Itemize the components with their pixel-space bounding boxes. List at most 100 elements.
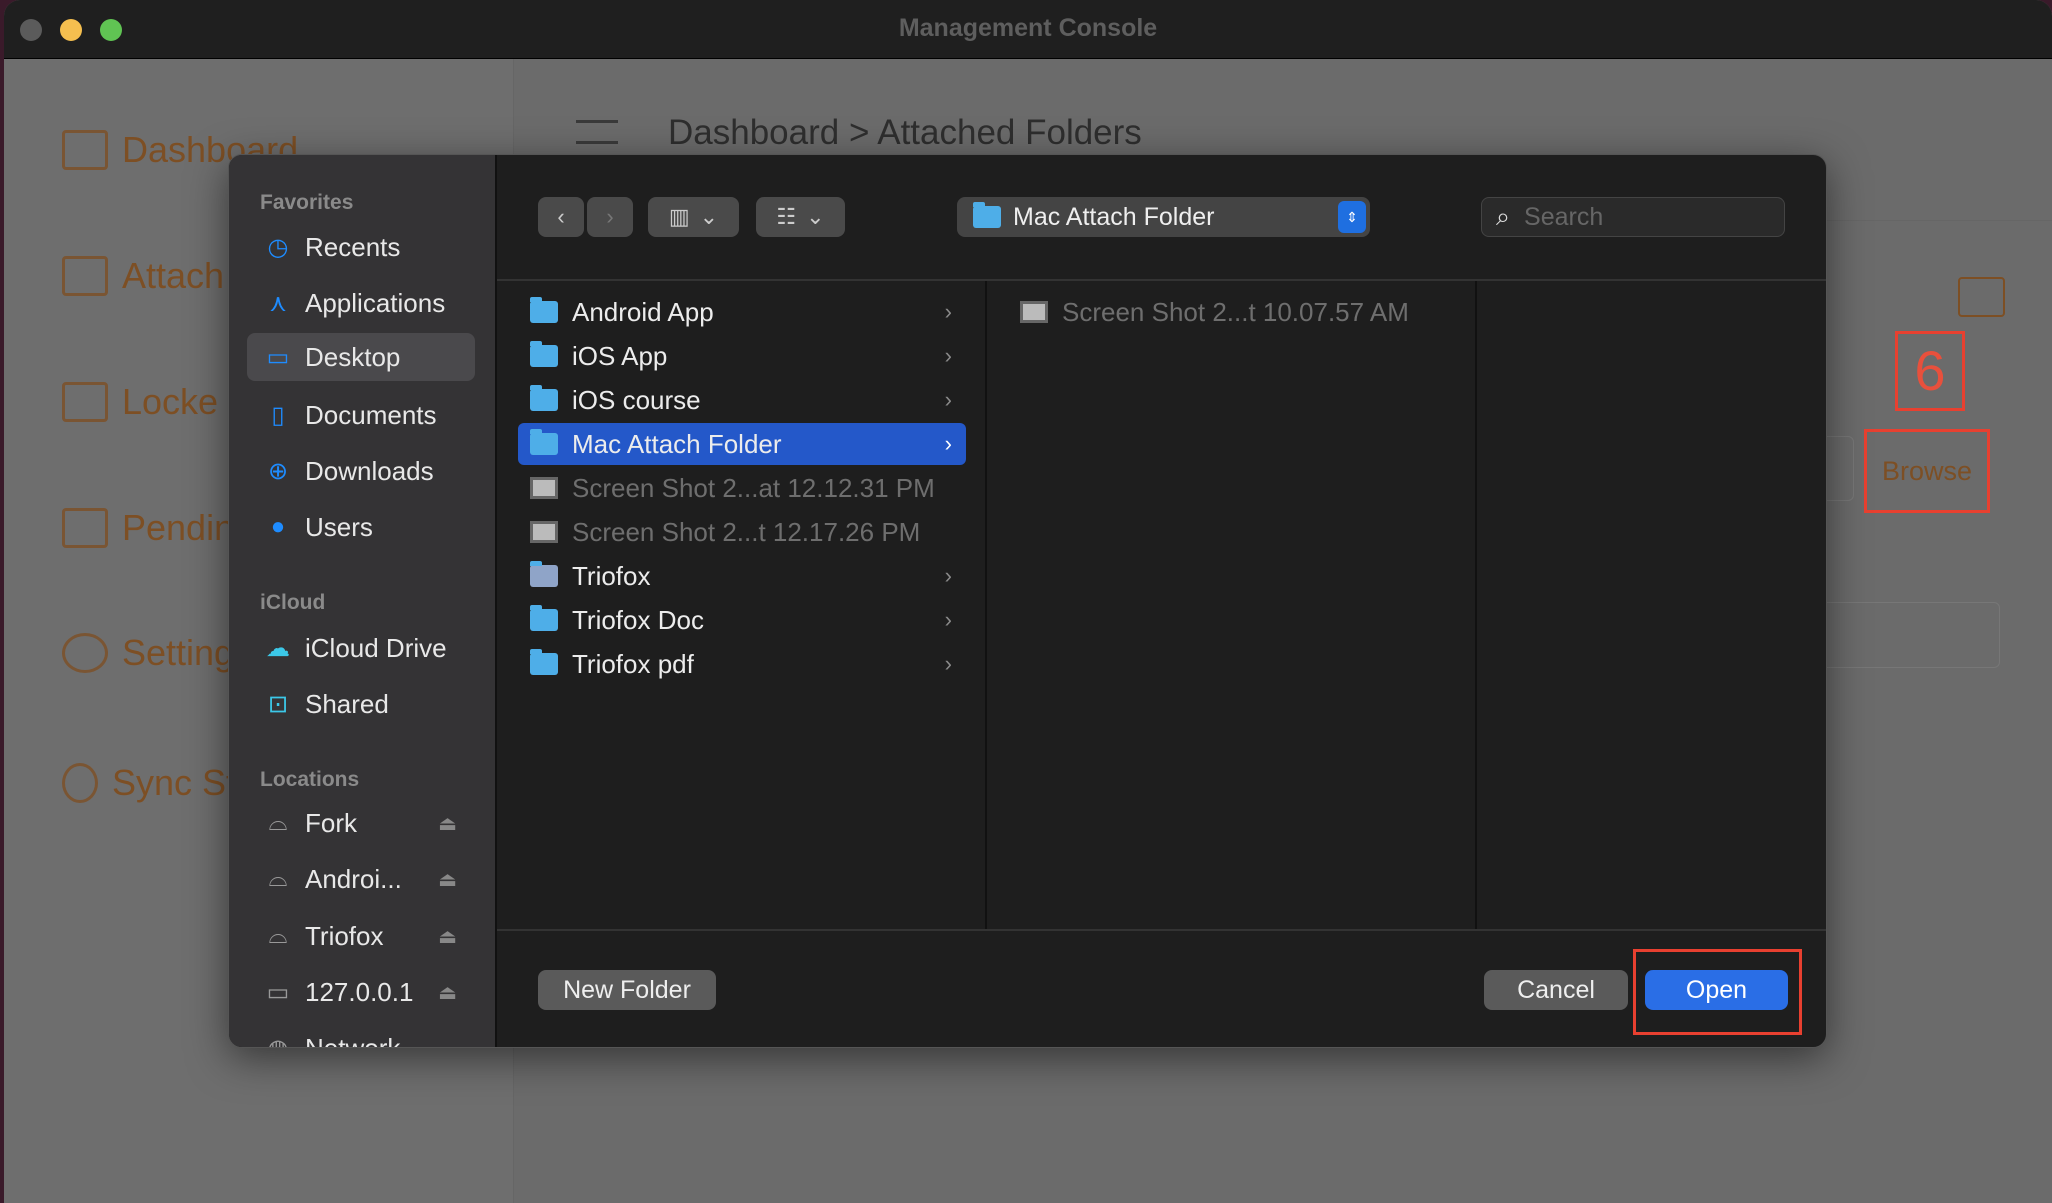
eject-icon[interactable]: ⏏ (438, 867, 457, 892)
sidebar-item-downloads[interactable]: ⊕ Downloads (247, 447, 475, 495)
browse-button[interactable]: Browse (1864, 429, 1990, 513)
icloud-header: iCloud (260, 591, 326, 614)
sidebar-item-fork[interactable]: ⌓ Fork ⏏ (247, 799, 475, 847)
chevron-right-icon: › (944, 343, 952, 368)
sidebar-label: Recents (305, 231, 401, 262)
item-name: Triofox (572, 560, 651, 591)
cancel-button[interactable]: Cancel (1484, 970, 1628, 1010)
dialog-sidebar: Favorites ◷ Recents ⋏ Applications ▭ Deskto… (229, 155, 497, 1047)
sidebar-label: iCloud Drive (305, 632, 447, 663)
gear-icon (62, 633, 108, 673)
chevron-right-icon: › (606, 204, 614, 229)
list-item[interactable]: Android App › (518, 291, 966, 333)
list-item[interactable]: Triofox Doc › (518, 599, 966, 641)
item-name: Android App (572, 296, 714, 327)
title-bar: Management Console (4, 0, 2052, 59)
forward-button[interactable]: › (587, 197, 633, 237)
image-file-icon (530, 521, 558, 543)
chevron-right-icon: › (944, 431, 952, 456)
desktop-icon: ▭ (266, 343, 290, 371)
nav-sync[interactable]: Sync St (62, 761, 236, 805)
grid-icon: ☷ (776, 204, 797, 229)
image-file-icon (530, 477, 558, 499)
path-label: Mac Attach Folder (1013, 202, 1215, 231)
item-name: Screen Shot 2...at 12.12.31 PM (572, 472, 935, 503)
breadcrumb: Dashboard > Attached Folders (668, 113, 1142, 153)
sidebar-item-applications[interactable]: ⋏ Applications (247, 279, 475, 327)
group-button[interactable]: ☷ ⌄ (756, 197, 845, 237)
nav-pending[interactable]: Pendin (62, 506, 234, 550)
new-folder-button[interactable]: New Folder (538, 970, 716, 1010)
window-title: Management Console (898, 14, 1158, 42)
lock-icon (62, 382, 108, 422)
sidebar-item-users[interactable]: ● Users (247, 503, 475, 551)
list-item[interactable]: iOS App › (518, 335, 966, 377)
shared-folder-icon: ⊡ (267, 690, 289, 718)
eject-icon[interactable]: ⏏ (438, 980, 457, 1005)
path-popup[interactable]: Mac Attach Folder ⇕ (957, 197, 1370, 237)
breadcrumb-root[interactable]: Dashboard (668, 113, 839, 152)
folder-icon[interactable] (1958, 277, 2005, 317)
folder-icon (530, 429, 558, 455)
drive-icon: ⌓ (268, 922, 288, 949)
applications-icon: ⋏ (269, 289, 287, 317)
item-name: iOS course (572, 384, 701, 415)
search-icon: ⌕ (1496, 202, 1511, 231)
monitor-icon: ▭ (266, 978, 290, 1006)
list-item[interactable]: Screen Shot 2...t 12.17.26 PM (518, 511, 966, 553)
nav-locked[interactable]: Locke (62, 380, 218, 424)
nav-settings[interactable]: Setting (62, 631, 234, 675)
updown-icon: ⇕ (1338, 201, 1366, 233)
item-name: Screen Shot 2...t 12.17.26 PM (572, 516, 921, 547)
sidebar-item-icloud-drive[interactable]: ☁ iCloud Drive (247, 624, 475, 672)
item-name: Screen Shot 2...t 10.07.57 AM (1062, 296, 1409, 327)
list-item[interactable]: iOS course › (518, 379, 966, 421)
eject-icon[interactable]: ⏏ (438, 811, 457, 836)
folder-icon (530, 605, 558, 631)
list-item[interactable]: Triofox pdf › (518, 643, 966, 685)
sidebar-item-desktop[interactable]: ▭ Desktop (247, 333, 475, 381)
sidebar-item-recents[interactable]: ◷ Recents (247, 223, 475, 271)
folder-icon (530, 341, 558, 367)
view-mode-button[interactable]: ▥ ⌄ (648, 197, 739, 237)
list-item[interactable]: Screen Shot 2...t 10.07.57 AM (1008, 291, 1456, 333)
back-button[interactable]: ‹ (538, 197, 584, 237)
sidebar-label: Applications (305, 287, 446, 318)
item-name: Triofox Doc (572, 604, 704, 635)
sidebar-label: Network (305, 1032, 401, 1048)
document-icon: ▯ (271, 401, 285, 429)
step-annotation: 6 (1895, 331, 1965, 411)
file-column-2: Screen Shot 2...t 10.07.57 AM (987, 281, 1477, 929)
sidebar-item-network[interactable]: ◍ Network (247, 1024, 475, 1048)
menu-icon[interactable] (576, 120, 618, 144)
sidebar-item-shared[interactable]: ⊡ Shared (247, 680, 475, 728)
list-item[interactable]: Screen Shot 2...at 12.12.31 PM (518, 467, 966, 509)
file-column-3 (1477, 281, 1826, 929)
search-field[interactable]: ⌕ Search (1481, 197, 1785, 237)
user-icon: ● (270, 513, 286, 540)
nav-attach[interactable]: Attach (62, 254, 224, 298)
eject-icon[interactable]: ⏏ (438, 924, 457, 949)
file-column-1: Android App › iOS App › iOS course › Mac At… (497, 281, 987, 929)
list-item-selected[interactable]: Mac Attach Folder › (518, 423, 966, 465)
house-icon (62, 130, 108, 170)
chevron-down-icon: ⌄ (806, 204, 825, 229)
sidebar-item-android[interactable]: ⌓ Androi... ⏏ (247, 855, 475, 903)
drive-icon: ⌓ (268, 865, 288, 892)
open-annotation-box (1633, 949, 1802, 1035)
sidebar-item-triofox[interactable]: ⌓ Triofox ⏏ (247, 912, 475, 960)
sidebar-label: Desktop (305, 341, 401, 372)
clock-icon: ◷ (267, 233, 289, 261)
sidebar-label: Triofox (305, 920, 384, 951)
item-name: Triofox pdf (572, 648, 694, 679)
sidebar-label: 127.0.0.1 (305, 976, 414, 1007)
sidebar-label: Shared (305, 688, 389, 719)
list-item[interactable]: Triofox › (518, 555, 966, 597)
chevron-left-icon: ‹ (557, 204, 565, 229)
pending-icon (62, 508, 108, 548)
sidebar-item-localhost[interactable]: ▭ 127.0.0.1 ⏏ (247, 968, 475, 1016)
sidebar-label: Users (305, 511, 373, 542)
sidebar-label: Documents (305, 399, 437, 430)
favorites-header: Favorites (260, 191, 354, 214)
sidebar-item-documents[interactable]: ▯ Documents (247, 391, 475, 439)
